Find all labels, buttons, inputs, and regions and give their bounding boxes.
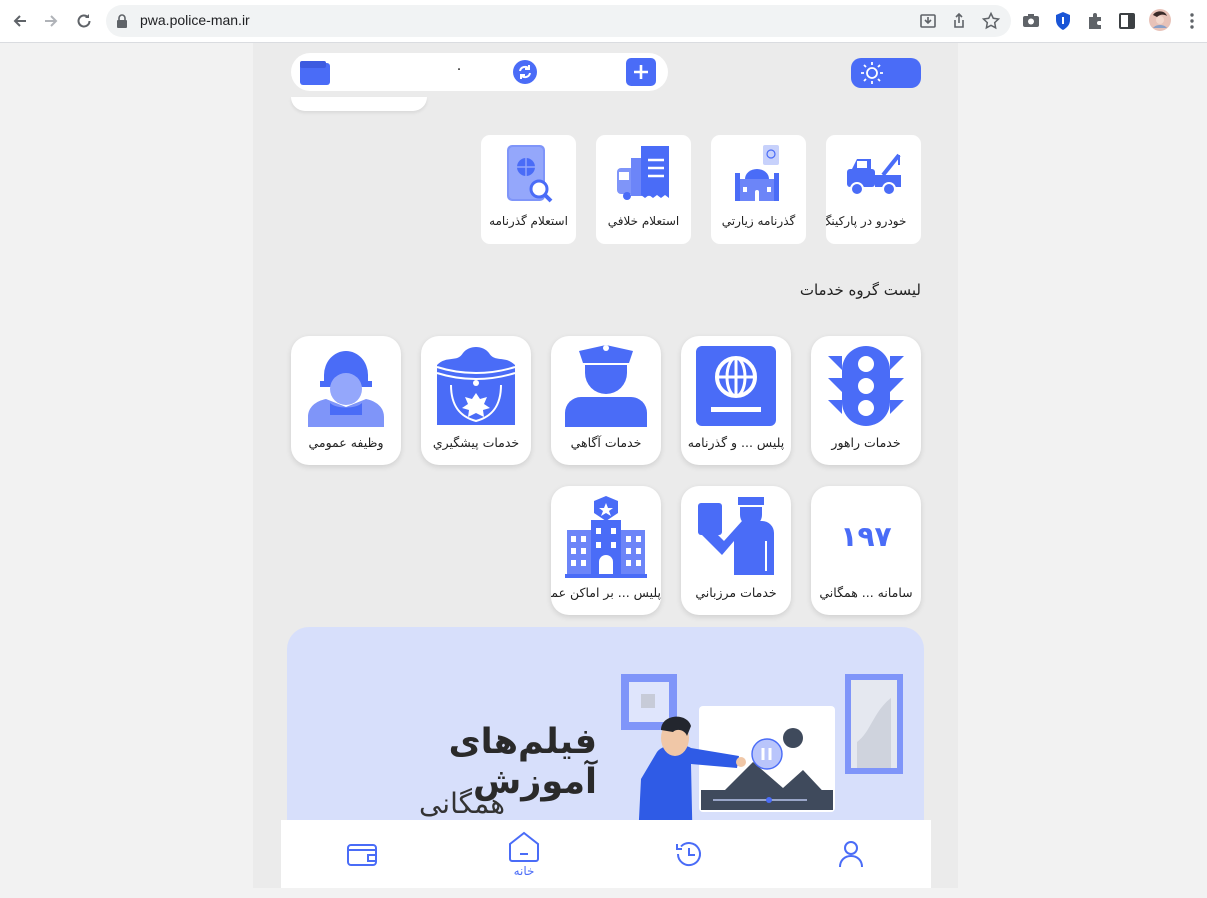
passport-globe-icon [681, 344, 791, 428]
soldier-icon [291, 344, 401, 428]
service-group-card[interactable]: خدمات پيشگيري [421, 336, 531, 465]
tow-truck-icon [826, 139, 921, 207]
address-bar[interactable]: pwa.police-man.ir [106, 5, 1011, 37]
banner-subtitle: همگانی [418, 787, 506, 820]
border-guard-icon [681, 494, 791, 578]
quick-service-label: استعلام گذرنامه [489, 214, 568, 228]
sidepanel-icon[interactable] [1117, 11, 1137, 31]
sun-icon [860, 61, 884, 89]
theme-toggle[interactable] [851, 58, 921, 88]
nav-home-label: خانه [513, 864, 535, 878]
nav-history[interactable] [669, 820, 709, 888]
app-container: ۰ خودرو در پارکینگ گذرنامه زيارتي استعلا… [253, 43, 958, 888]
page: ۰ خودرو در پارکینگ گذرنامه زيارتي استعلا… [0, 43, 1207, 898]
share-icon[interactable] [949, 11, 969, 31]
wallet-bar: ۰ [291, 53, 668, 91]
service-group-label: سامانه ... همگاني [819, 585, 913, 600]
quick-service-card[interactable]: استعلام گذرنامه [481, 135, 576, 244]
bookmark-star-icon[interactable] [981, 11, 1001, 31]
puzzle-extensions-icon[interactable] [1085, 11, 1105, 31]
add-credit-button[interactable] [626, 58, 656, 86]
service-group-label: پليس ... و گذرنامه [687, 435, 785, 450]
home-icon [509, 831, 539, 862]
shield-extension-icon[interactable] [1053, 11, 1073, 31]
service-group-label: وظيفه عمومي [308, 435, 384, 450]
service-group-label: خدمات آگاهي [570, 435, 642, 450]
service-group-label: خدمات راهور [831, 435, 901, 450]
service-group-card[interactable]: پليس ... بر اماكن عمومي [551, 486, 661, 615]
service-group-card[interactable]: خدمات راهور [811, 336, 921, 465]
lock-icon[interactable] [116, 13, 128, 32]
history-icon [676, 842, 701, 866]
nav-wallet[interactable] [341, 820, 383, 888]
service-group-label: خدمات پيشگيري [432, 435, 520, 450]
service-group-card[interactable]: وظيفه عمومي [291, 336, 401, 465]
quick-service-label: خودرو در پارکینگ [826, 214, 907, 228]
number-197-icon: ۱۹۷ [811, 494, 921, 578]
plus-icon [634, 65, 648, 79]
police-officer-icon [551, 344, 661, 428]
refresh-icon[interactable] [512, 59, 538, 89]
wallet-icon[interactable] [300, 61, 330, 89]
police-building-icon [551, 494, 661, 578]
service-group-card[interactable]: خدمات مرزباني [681, 486, 791, 615]
passport-inquiry-icon [481, 139, 576, 207]
service-group-card[interactable]: ۱۹۷ سامانه ... همگاني [811, 486, 921, 615]
quick-service-card[interactable]: گذرنامه زيارتي [711, 135, 806, 244]
menu-dots-icon[interactable] [1182, 11, 1202, 31]
nav-home[interactable]: خانه [501, 820, 547, 888]
camera-icon[interactable] [1021, 11, 1041, 31]
prevention-badge-icon [421, 344, 531, 428]
bottom-navigation: خانه [281, 820, 931, 888]
quick-service-card[interactable]: استعلام خلافي [596, 135, 691, 244]
wallet-balance: ۰ [455, 61, 463, 77]
install-icon[interactable] [918, 11, 938, 31]
reload-icon[interactable] [71, 8, 97, 34]
quick-service-label: استعلام خلافي [607, 214, 680, 228]
violation-inquiry-icon [596, 139, 691, 207]
service-group-label: پليس ... بر اماكن عمومي [551, 585, 661, 600]
quick-service-label: گذرنامه زيارتي [721, 214, 796, 228]
emergency-number: ۱۹۷ [840, 519, 892, 553]
wallet-icon [347, 844, 377, 866]
nav-profile[interactable] [831, 820, 871, 888]
service-group-label: خدمات مرزباني [695, 585, 777, 600]
back-icon[interactable] [7, 8, 33, 34]
section-title: ليست گروه خدمات [799, 281, 921, 299]
user-icon [839, 841, 863, 868]
browser-toolbar: pwa.police-man.ir [0, 0, 1207, 43]
service-group-card[interactable]: خدمات آگاهي [551, 336, 661, 465]
service-group-card[interactable]: پليس ... و گذرنامه [681, 336, 791, 465]
traffic-light-icon [811, 344, 921, 428]
pilgrimage-passport-icon [711, 139, 806, 207]
url-text: pwa.police-man.ir [140, 12, 250, 28]
forward-icon[interactable] [38, 8, 64, 34]
profile-avatar[interactable] [1149, 9, 1171, 31]
quick-service-card[interactable]: خودرو در پارکینگ [826, 135, 921, 244]
collapsed-card [291, 97, 427, 111]
